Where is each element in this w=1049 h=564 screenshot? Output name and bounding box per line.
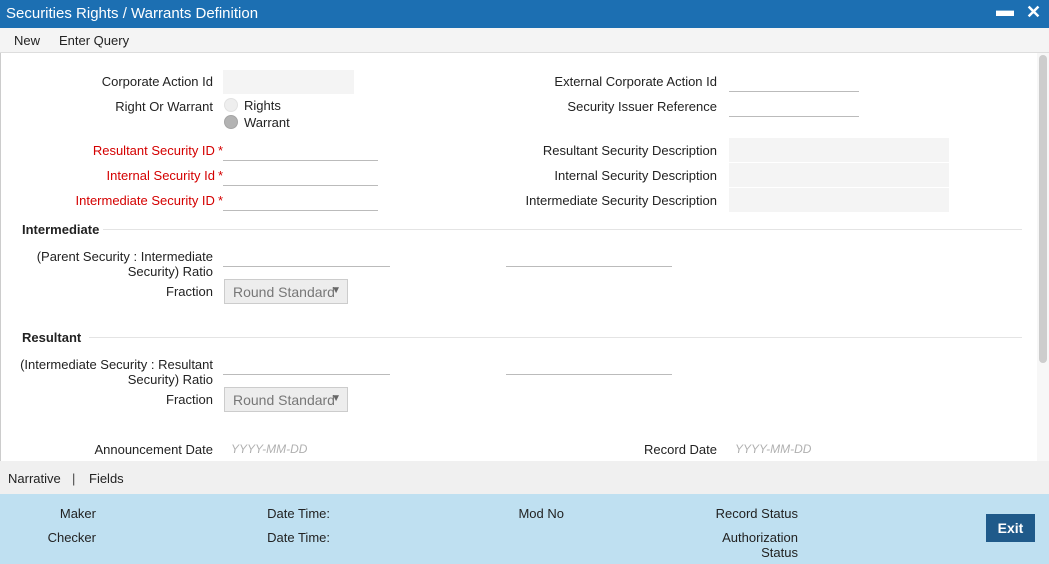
resultant-fraction-select[interactable]: Round Standard ▼ xyxy=(224,387,348,412)
radio-rights[interactable]: Rights xyxy=(224,97,281,113)
internal-security-id-field[interactable] xyxy=(223,162,378,186)
announcement-date-label: Announcement Date xyxy=(94,442,213,457)
resultant-ratio-label: (Intermediate Security : Resultant Securi… xyxy=(11,357,213,387)
subsystem-tabs: Narrative | Fields xyxy=(0,461,1049,494)
intermediate-security-id-label-text: Intermediate Security ID xyxy=(75,193,215,208)
checker-date-time-label: Date Time: xyxy=(267,530,330,545)
record-status-label: Record Status xyxy=(715,506,798,521)
maker-date-time-label: Date Time: xyxy=(267,506,330,521)
resultant-security-description-label: Resultant Security Description xyxy=(542,143,717,158)
checker-label: Checker xyxy=(47,530,96,545)
authorization-status-line2: Status xyxy=(761,545,798,560)
radio-warrant-label: Warrant xyxy=(244,114,290,130)
window-titlebar: Securities Rights / Warrants Definition … xyxy=(0,0,1049,28)
minimize-icon[interactable]: ▬ xyxy=(996,0,1014,21)
corporate-action-id-label: Corporate Action Id xyxy=(101,74,213,89)
intermediate-ratio-denominator-field[interactable] xyxy=(506,243,672,267)
maker-label: Maker xyxy=(59,506,96,521)
external-corporate-action-id-field[interactable] xyxy=(729,68,859,92)
close-icon[interactable]: ✕ xyxy=(1026,2,1041,23)
resultant-fraction-label: Fraction xyxy=(166,392,213,407)
internal-security-description-label: Internal Security Description xyxy=(554,168,717,183)
radio-rights-indicator xyxy=(224,98,238,112)
resultant-security-id-label: Resultant Security ID * xyxy=(21,143,223,158)
resultant-ratio-numerator-field[interactable] xyxy=(223,351,390,375)
form-content: Corporate Action Id External Corporate A… xyxy=(0,53,1049,461)
internal-security-id-label: Internal Security Id * xyxy=(21,168,223,183)
internal-security-description-field[interactable] xyxy=(729,163,949,187)
intermediate-fraction-label: Fraction xyxy=(166,284,213,299)
intermediate-security-id-field[interactable] xyxy=(223,187,378,211)
tab-separator: | xyxy=(72,471,76,486)
intermediate-fraction-select[interactable]: Round Standard ▼ xyxy=(224,279,348,304)
chevron-down-icon: ▼ xyxy=(331,393,341,404)
menu-new[interactable]: New xyxy=(14,33,40,48)
scrollbar-thumb[interactable] xyxy=(1039,55,1047,363)
section-divider xyxy=(103,229,1022,230)
resultant-ratio-label-line1: (Intermediate Security : Resultant xyxy=(20,357,213,372)
security-issuer-reference-field[interactable] xyxy=(729,93,859,117)
right-or-warrant-label: Right Or Warrant xyxy=(115,99,213,114)
intermediate-section-title: Intermediate xyxy=(22,222,100,237)
corporate-action-id-field[interactable] xyxy=(223,70,354,94)
record-date-label: Record Date xyxy=(644,442,717,457)
chevron-down-icon: ▼ xyxy=(331,285,341,296)
resultant-security-id-label-text: Resultant Security ID xyxy=(92,143,215,158)
window-title: Securities Rights / Warrants Definition xyxy=(6,5,259,22)
intermediate-security-id-label: Intermediate Security ID * xyxy=(21,193,223,208)
security-issuer-reference-label: Security Issuer Reference xyxy=(567,99,717,114)
audit-footer: Maker Checker Date Time: Date Time: Mod … xyxy=(0,494,1049,564)
internal-security-id-label-text: Internal Security Id xyxy=(106,168,215,183)
resultant-ratio-label-line2: Security) Ratio xyxy=(127,372,213,387)
tab-fields[interactable]: Fields xyxy=(89,471,124,486)
resultant-security-id-field[interactable] xyxy=(223,137,378,161)
vertical-scrollbar[interactable] xyxy=(1037,53,1049,461)
intermediate-ratio-label-line1: (Parent Security : Intermediate xyxy=(36,249,213,264)
resultant-section-title: Resultant xyxy=(22,330,82,345)
resultant-ratio-denominator-field[interactable] xyxy=(506,351,672,375)
authorization-status-label: Authorization Status xyxy=(680,530,798,560)
record-date-field[interactable] xyxy=(731,437,851,461)
radio-warrant-indicator xyxy=(224,115,238,129)
menu-bar: New Enter Query xyxy=(0,28,1049,53)
tab-narrative[interactable]: Narrative xyxy=(8,471,61,486)
intermediate-security-description-label: Intermediate Security Description xyxy=(525,193,717,208)
section-divider xyxy=(89,337,1022,338)
intermediate-ratio-numerator-field[interactable] xyxy=(223,243,390,267)
resultant-security-description-field[interactable] xyxy=(729,138,949,162)
intermediate-ratio-label-line2: Security) Ratio xyxy=(127,264,213,279)
intermediate-fraction-value: Round Standard xyxy=(233,284,335,300)
radio-rights-label: Rights xyxy=(244,97,281,113)
intermediate-security-description-field[interactable] xyxy=(729,188,949,212)
exit-button[interactable]: Exit xyxy=(986,514,1035,542)
intermediate-ratio-label: (Parent Security : Intermediate Security)… xyxy=(11,249,213,279)
resultant-fraction-value: Round Standard xyxy=(233,392,335,408)
announcement-date-field[interactable] xyxy=(227,437,347,461)
menu-enter-query[interactable]: Enter Query xyxy=(59,33,129,48)
mod-no-label: Mod No xyxy=(518,506,564,521)
authorization-status-line1: Authorization xyxy=(722,530,798,545)
external-corporate-action-id-label: External Corporate Action Id xyxy=(554,74,717,89)
radio-warrant[interactable]: Warrant xyxy=(224,114,290,130)
